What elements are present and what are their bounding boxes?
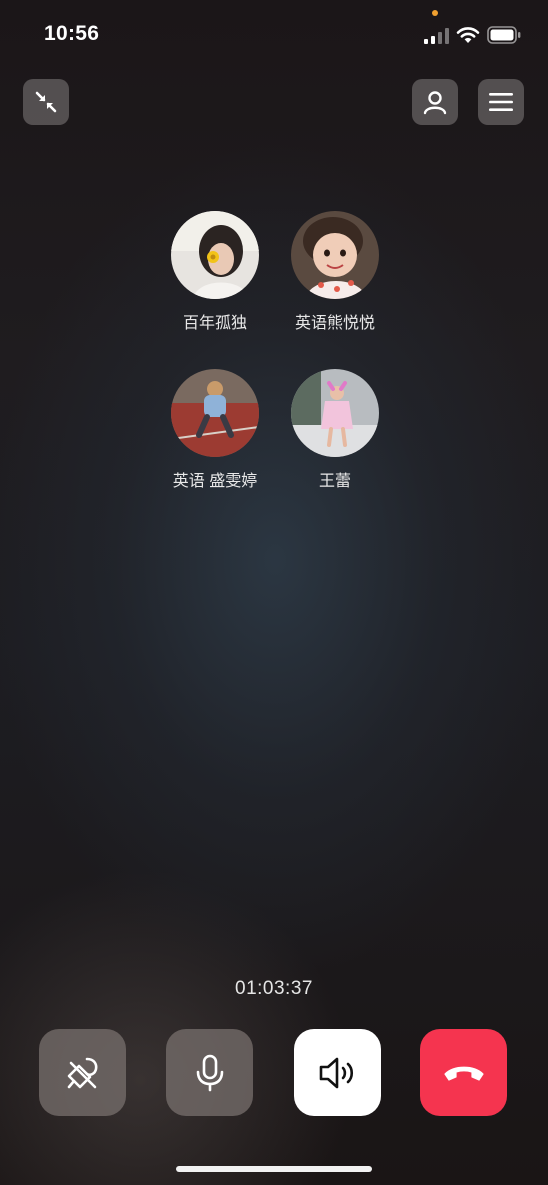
home-indicator[interactable] — [176, 1166, 372, 1172]
camera-off-icon — [67, 1057, 97, 1088]
menu-button[interactable] — [478, 79, 524, 125]
call-screen: 10:56 百年孤独 英语熊悦悦 英语 盛雯婷 王蕾 01:03:37 — [0, 0, 548, 1185]
status-bar: 10:56 — [0, 0, 548, 70]
microphone-button[interactable] — [166, 1029, 253, 1116]
privacy-indicator-dot — [432, 10, 438, 16]
participant-tile[interactable]: 英语 盛雯婷 — [155, 369, 275, 491]
avatar — [171, 211, 259, 299]
participant-name: 英语熊悦悦 — [294, 315, 375, 332]
hang-up-button[interactable] — [420, 1029, 507, 1116]
participant-tile[interactable]: 英语熊悦悦 — [275, 211, 395, 333]
participant-tile[interactable]: 百年孤独 — [155, 211, 275, 333]
hang-up-icon — [443, 1066, 484, 1081]
avatar — [291, 211, 379, 299]
participant-name: 王蕾 — [318, 473, 351, 490]
cellular-signal-icon — [424, 28, 449, 44]
minimize-arrows-icon — [35, 91, 57, 113]
participant-tile[interactable]: 王蕾 — [275, 369, 395, 491]
hamburger-menu-icon — [489, 93, 513, 111]
battery-icon — [487, 26, 521, 44]
status-time: 10:56 — [44, 22, 100, 45]
avatar — [171, 369, 259, 457]
avatar — [291, 369, 379, 457]
call-duration: 01:03:37 — [235, 978, 313, 999]
add-member-button[interactable] — [412, 79, 458, 125]
minimize-button[interactable] — [23, 79, 69, 125]
wifi-icon — [456, 27, 480, 43]
person-icon — [423, 91, 447, 115]
speaker-icon — [319, 1057, 353, 1088]
speaker-button[interactable] — [294, 1029, 381, 1116]
participant-name: 百年孤独 — [182, 315, 247, 332]
microphone-icon — [196, 1054, 223, 1091]
camera-toggle-button[interactable] — [39, 1029, 126, 1116]
participant-name: 英语 盛雯婷 — [172, 473, 258, 490]
